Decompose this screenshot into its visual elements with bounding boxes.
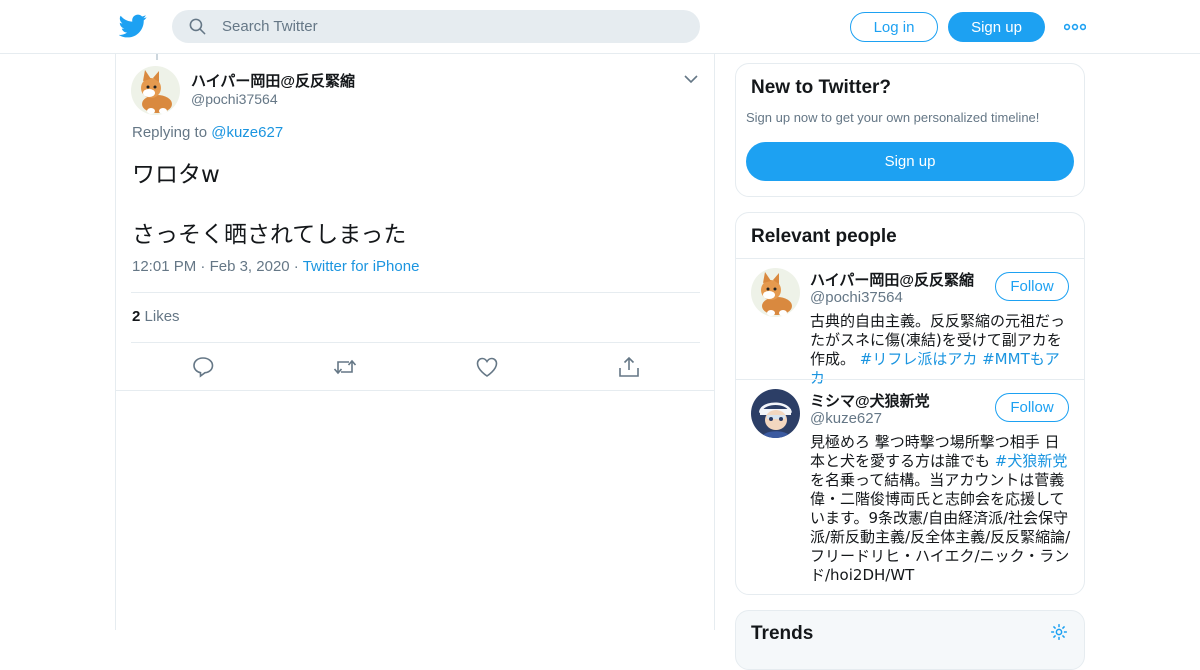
- replying-to: Replying to @kuze627: [132, 124, 283, 141]
- anime-character-avatar-image: [751, 389, 800, 438]
- thread-connector-line: [156, 54, 158, 60]
- likes-number: 2: [132, 308, 141, 325]
- card-title: Relevant people: [751, 226, 897, 247]
- search-box[interactable]: [172, 10, 700, 43]
- reply-icon[interactable]: [191, 356, 215, 378]
- search-input[interactable]: [222, 18, 662, 35]
- search-icon: [189, 18, 206, 35]
- divider: [131, 342, 700, 343]
- avatar[interactable]: [751, 389, 800, 438]
- person-name[interactable]: ハイパー岡田@反反緊縮: [810, 269, 974, 290]
- divider: [116, 390, 714, 391]
- card-description: Sign up now to get your own personalized…: [746, 110, 1040, 125]
- person-item[interactable]: ミシマ@犬狼新党 @kuze627 Follow 見極めろ 撃つ時撃つ場所撃つ相…: [736, 380, 1084, 594]
- more-dots-icon[interactable]: [1064, 18, 1086, 36]
- trends-card: Trends: [735, 610, 1085, 670]
- like-icon[interactable]: [475, 356, 499, 378]
- top-navigation-bar: Log in Sign up: [0, 0, 1200, 54]
- follow-button[interactable]: Follow: [995, 393, 1069, 422]
- corgi-avatar-image: [131, 66, 180, 115]
- card-title: Trends: [751, 623, 814, 644]
- tweet-time[interactable]: 12:01 PM: [132, 258, 196, 275]
- avatar[interactable]: [131, 66, 180, 115]
- meta-separator: ·: [293, 258, 303, 275]
- person-handle[interactable]: @kuze627: [810, 410, 882, 427]
- meta-separator: ·: [200, 258, 210, 275]
- share-icon[interactable]: [617, 356, 641, 378]
- corgi-avatar-image: [751, 268, 800, 317]
- tweet-author-name[interactable]: ハイパー岡田@反反緊縮: [191, 70, 355, 91]
- person-bio: 見極めろ 撃つ時撃つ場所撃つ相手 日本と犬を愛する方は誰でも #犬狼新党 を名乗…: [810, 433, 1072, 585]
- person-bio: 古典的自由主義。反反緊縮の元祖だったがスネに傷(凍結)を受けて副アカを作成。 #…: [810, 312, 1072, 388]
- relevant-people-card: Relevant people ハイパー岡田@反反緊縮 @pochi37564 …: [735, 212, 1085, 595]
- tweet-text-line-1: ワロタw: [132, 162, 220, 188]
- login-button[interactable]: Log in: [850, 12, 938, 42]
- tweet-text-line-2: さっそく晒されてしまった: [132, 222, 407, 248]
- likes-label: Likes: [144, 308, 180, 325]
- tweet-metadata: 12:01 PM · Feb 3, 2020 · Twitter for iPh…: [132, 258, 419, 275]
- tweet-date[interactable]: Feb 3, 2020: [210, 258, 290, 275]
- person-item[interactable]: ハイパー岡田@反反緊縮 @pochi37564 Follow 古典的自由主義。反…: [736, 259, 1084, 387]
- bio-hashtag[interactable]: #犬狼新党: [995, 452, 1068, 470]
- tweet-author-handle[interactable]: @pochi37564: [191, 91, 278, 107]
- follow-button[interactable]: Follow: [995, 272, 1069, 301]
- person-handle[interactable]: @pochi37564: [810, 289, 903, 306]
- avatar[interactable]: [751, 268, 800, 317]
- new-to-twitter-card: New to Twitter? Sign up now to get your …: [735, 63, 1085, 197]
- divider: [131, 292, 700, 293]
- card-title: New to Twitter?: [751, 77, 892, 98]
- signup-button[interactable]: Sign up: [948, 12, 1045, 42]
- bio-text: を名乗って結構。当アカウントは菅義偉・二階俊博両氏と志帥会を応援しています。9条…: [810, 471, 1071, 584]
- person-name[interactable]: ミシマ@犬狼新党: [810, 390, 930, 411]
- likes-count[interactable]: 2 Likes: [132, 308, 180, 325]
- twitter-bird-icon[interactable]: [119, 12, 147, 40]
- replying-prefix: Replying to: [132, 124, 208, 141]
- retweet-icon[interactable]: [333, 356, 357, 378]
- replying-to-link[interactable]: @kuze627: [211, 124, 283, 141]
- caret-down-icon[interactable]: [684, 74, 698, 84]
- tweet-detail-column: ハイパー岡田@反反緊縮 @pochi37564 Replying to @kuz…: [115, 54, 715, 630]
- sidebar-signup-button[interactable]: Sign up: [746, 142, 1074, 181]
- tweet-source-link[interactable]: Twitter for iPhone: [303, 258, 420, 275]
- gear-icon[interactable]: [1050, 623, 1068, 641]
